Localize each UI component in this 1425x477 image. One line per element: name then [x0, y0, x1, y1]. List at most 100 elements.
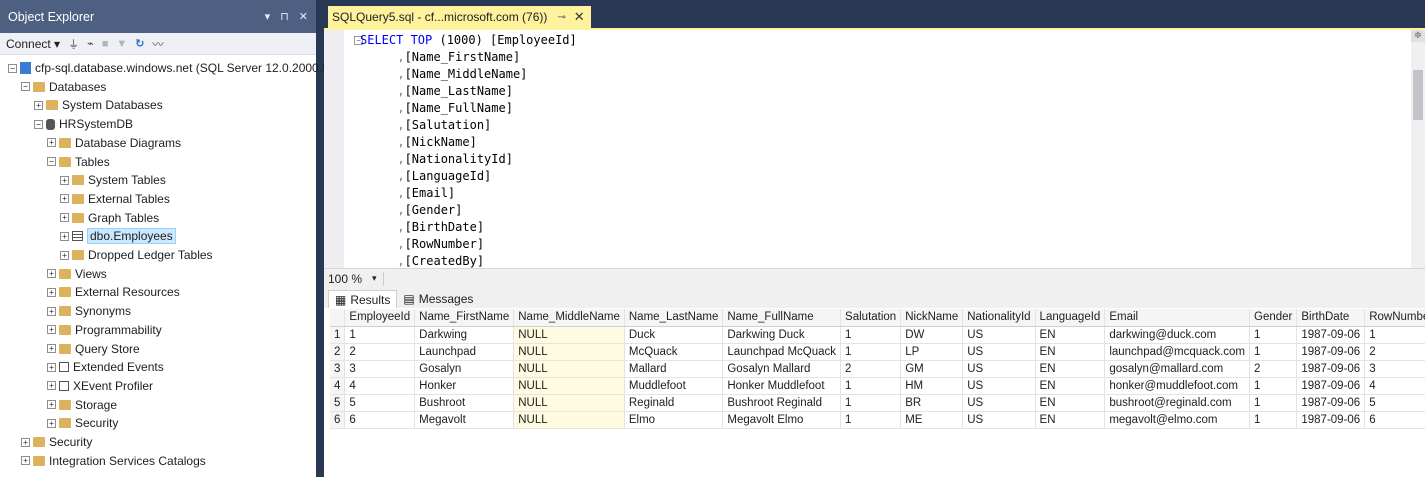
table-cell[interactable]: NULL [513, 377, 625, 395]
table-cell[interactable]: 1 [1249, 326, 1298, 344]
expand-icon[interactable]: + [60, 194, 69, 204]
table-cell[interactable]: Megavolt [414, 411, 515, 429]
tree-node[interactable]: + Security [47, 414, 118, 432]
table-cell[interactable]: 1987-09-06 [1296, 326, 1366, 344]
table-cell[interactable]: EN [1035, 377, 1106, 395]
table-cell[interactable]: US [962, 326, 1036, 344]
table-cell[interactable]: 2 [1249, 360, 1298, 378]
editor-vertical-scrollbar[interactable]: ≑ [1411, 30, 1425, 268]
tab-query5[interactable]: SQLQuery5.sql - cf...microsoft.com (76))… [328, 6, 591, 28]
table-cell[interactable]: 1 [1364, 326, 1425, 344]
tree-node[interactable]: + Views [47, 265, 107, 283]
table-cell[interactable]: NULL [513, 343, 625, 361]
collapse-icon[interactable]: − [47, 157, 56, 166]
column-header[interactable]: Name_MiddleName [513, 309, 625, 327]
stop-icon[interactable]: ■ [102, 38, 109, 50]
table-cell[interactable]: Darkwing Duck [722, 326, 842, 344]
column-header[interactable]: RowNumber [1364, 309, 1425, 327]
results-grid[interactable]: EmployeeId Name_FirstName Name_MiddleName N… [330, 309, 1425, 429]
expand-icon[interactable]: + [60, 213, 69, 223]
table-cell[interactable]: 1 [344, 326, 416, 344]
tree-node[interactable]: + Database Diagrams [47, 134, 181, 152]
table-cell[interactable]: Honker [414, 377, 515, 395]
connect-plug-icon[interactable]: ⏚ [68, 36, 79, 52]
table-cell[interactable]: 4 [344, 377, 416, 395]
expand-icon[interactable]: + [34, 100, 43, 110]
table-cell[interactable]: EN [1035, 411, 1106, 429]
tree-node[interactable]: − HRSystemDB [34, 115, 133, 133]
expand-icon[interactable]: + [47, 306, 56, 316]
column-header[interactable]: LanguageId [1035, 309, 1106, 327]
table-cell[interactable]: ME [900, 411, 964, 429]
row-number-cell[interactable]: 6 [330, 411, 346, 429]
expand-icon[interactable]: + [21, 437, 30, 447]
expand-icon[interactable]: + [60, 231, 69, 241]
disconnect-icon[interactable]: ⌁ [87, 37, 94, 50]
table-cell[interactable]: Bushroot Reginald [722, 394, 842, 412]
table-cell[interactable]: US [962, 377, 1036, 395]
table-cell[interactable]: Gosalyn Mallard [722, 360, 842, 378]
table-cell[interactable]: Duck [624, 326, 724, 344]
table-cell[interactable]: NULL [513, 360, 625, 378]
tree-node[interactable]: + dbo.Employees [60, 227, 176, 245]
table-cell[interactable]: 2 [344, 343, 416, 361]
chevron-down-icon[interactable]: ▾ [372, 273, 377, 284]
close-icon[interactable]: ✕ [299, 10, 308, 23]
row-number-header[interactable] [330, 309, 346, 327]
table-cell[interactable]: 5 [1364, 394, 1425, 412]
table-cell[interactable]: 1 [840, 377, 902, 395]
auto-hide-pin-icon[interactable]: ⊓ [280, 10, 289, 23]
table-row[interactable]: 3 3 Gosalyn NULL Mallard Gosalyn Mallard 2 GM US… [330, 360, 1425, 378]
row-number-cell[interactable]: 3 [330, 360, 346, 378]
table-cell[interactable]: US [962, 411, 1036, 429]
table-cell[interactable]: LP [900, 343, 964, 361]
table-cell[interactable]: 3 [1364, 360, 1425, 378]
column-header[interactable]: Gender [1249, 309, 1298, 327]
table-cell[interactable]: 1987-09-06 [1296, 394, 1366, 412]
column-header[interactable]: BirthDate [1296, 309, 1366, 327]
table-cell[interactable]: 2 [840, 360, 902, 378]
table-cell[interactable]: McQuack [624, 343, 724, 361]
table-cell[interactable]: darkwing@duck.com [1104, 326, 1250, 344]
table-cell[interactable]: 1 [1249, 394, 1298, 412]
table-cell[interactable]: 1987-09-06 [1296, 411, 1366, 429]
table-cell[interactable]: Reginald [624, 394, 724, 412]
tree-node[interactable]: − cfp-sql.database.windows.net (SQL Serve… [8, 59, 329, 77]
table-cell[interactable]: 5 [344, 394, 416, 412]
expand-icon[interactable]: + [47, 269, 56, 279]
column-header[interactable]: Salutation [840, 309, 902, 327]
table-cell[interactable]: EN [1035, 343, 1106, 361]
row-number-cell[interactable]: 4 [330, 377, 346, 395]
window-position-icon[interactable]: ▾ [265, 10, 271, 23]
expand-icon[interactable]: + [47, 381, 56, 391]
column-header[interactable]: NationalityId [962, 309, 1036, 327]
row-number-cell[interactable]: 5 [330, 394, 346, 412]
tree-node[interactable]: − Tables [47, 153, 110, 171]
table-cell[interactable]: 1 [1249, 343, 1298, 361]
table-cell[interactable]: Elmo [624, 411, 724, 429]
table-cell[interactable]: Muddlefoot [624, 377, 724, 395]
table-cell[interactable]: 3 [344, 360, 416, 378]
table-cell[interactable]: NULL [513, 326, 625, 344]
table-cell[interactable]: 1 [1249, 411, 1298, 429]
column-header[interactable]: Name_FullName [722, 309, 842, 327]
table-cell[interactable]: US [962, 360, 1036, 378]
table-cell[interactable]: Launchpad McQuack [722, 343, 842, 361]
close-tab-icon[interactable]: ✕ [574, 9, 585, 25]
table-cell[interactable]: honker@muddlefoot.com [1104, 377, 1250, 395]
row-number-cell[interactable]: 2 [330, 343, 346, 361]
table-cell[interactable]: 1 [840, 326, 902, 344]
expand-icon[interactable]: + [47, 325, 56, 335]
tree-node[interactable]: + Programmability [47, 321, 162, 339]
table-cell[interactable]: 1 [840, 411, 902, 429]
table-cell[interactable]: 1 [840, 394, 902, 412]
table-cell[interactable]: megavolt@elmo.com [1104, 411, 1250, 429]
table-cell[interactable]: 1 [840, 343, 902, 361]
table-cell[interactable]: Launchpad [414, 343, 515, 361]
collapse-icon[interactable]: − [34, 119, 43, 129]
table-cell[interactable]: NULL [513, 411, 625, 429]
tree-node[interactable]: + Graph Tables [60, 209, 159, 227]
tree-node[interactable]: + Security [21, 433, 92, 451]
expand-icon[interactable]: + [60, 175, 69, 185]
table-row[interactable]: 6 6 Megavolt NULL Elmo Megavolt Elmo 1 ME US EN me… [330, 411, 1425, 429]
